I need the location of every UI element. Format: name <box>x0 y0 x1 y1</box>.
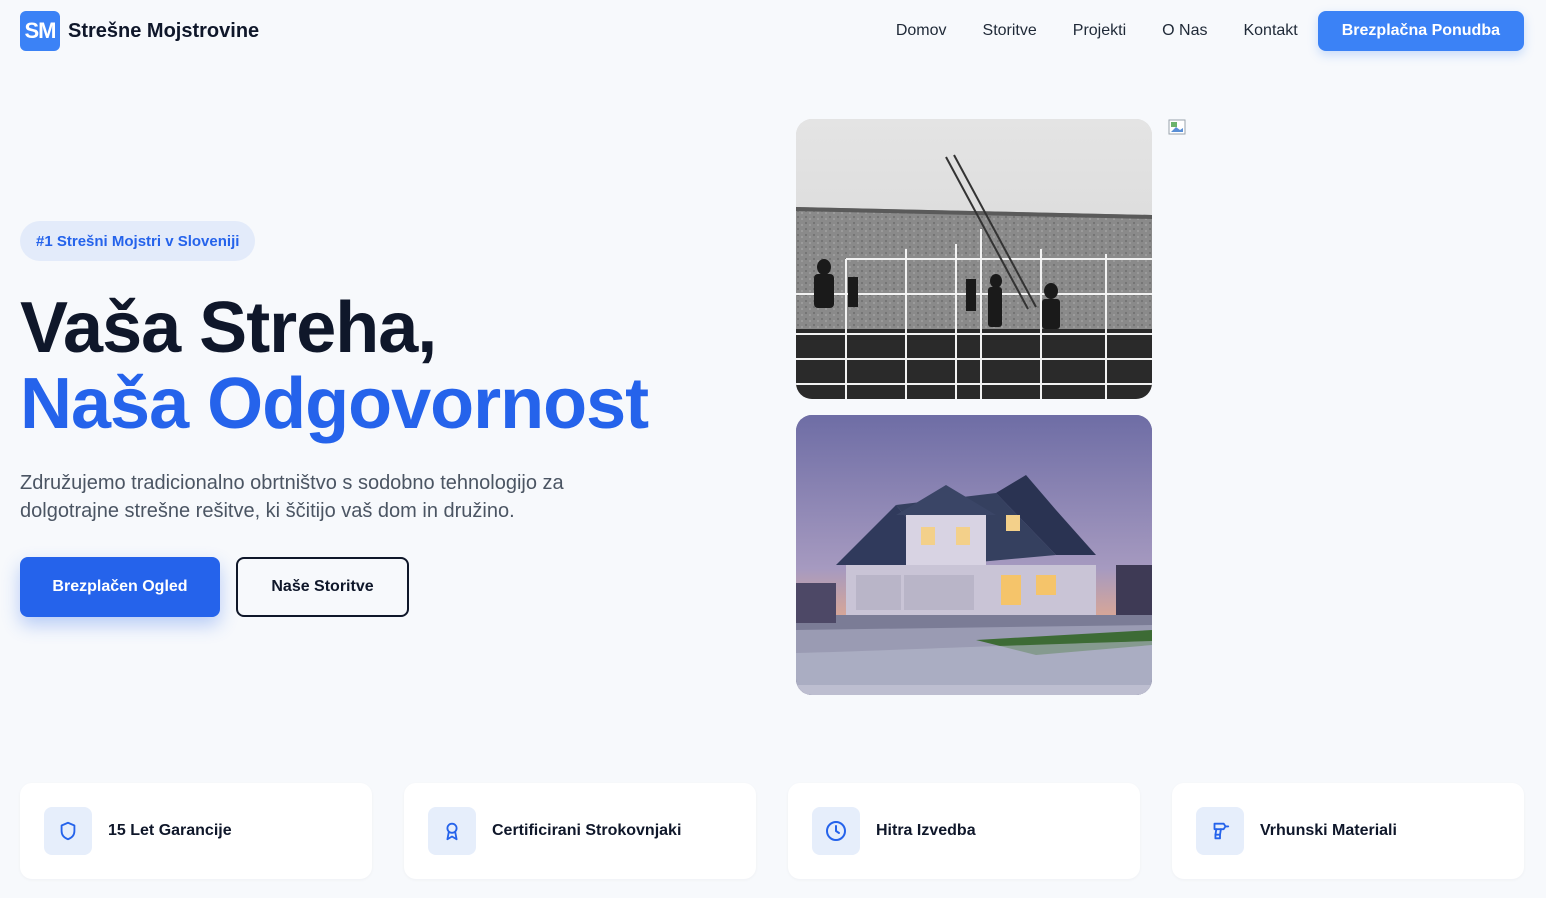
our-services-button[interactable]: Naše Storitve <box>236 557 409 617</box>
nav-link-o-nas[interactable]: O Nas <box>1162 22 1207 40</box>
drill-icon <box>1196 807 1244 855</box>
award-icon <box>428 807 476 855</box>
nav-link-projekti[interactable]: Projekti <box>1073 22 1126 40</box>
hero-lead: Združujemo tradicionalno obrtništvo s so… <box>20 472 564 522</box>
brand[interactable]: SM Strešne Mojstrovine <box>20 11 259 51</box>
top-navigation: SM Strešne Mojstrovine Domov Storitve Pr… <box>0 0 1546 62</box>
free-quote-button[interactable]: Brezplačna Ponudba <box>1317 11 1524 51</box>
feature-card-certified: Certificirani Strokovnjaki <box>404 783 756 879</box>
hero-title: Vaša Streha, Naša Odgovornost <box>20 288 649 444</box>
hero-title-line2: Naša Odgovornost <box>20 364 649 444</box>
nav-link-kontakt[interactable]: Kontakt <box>1243 22 1297 40</box>
feature-label: 15 Let Garancije <box>108 822 232 839</box>
clock-icon <box>812 807 860 855</box>
nav-link-storitve[interactable]: Storitve <box>983 22 1037 40</box>
house-photo <box>796 415 1152 695</box>
feature-card-guarantee: 15 Let Garancije <box>20 783 372 879</box>
feature-label: Certificirani Strokovnjaki <box>492 822 682 839</box>
shield-icon <box>44 807 92 855</box>
roofers-photo <box>796 119 1152 399</box>
feature-label: Hitra Izvedba <box>876 822 976 839</box>
nav-link-domov[interactable]: Domov <box>896 22 947 40</box>
hero-badge: #1 Strešni Mojstri v Sloveniji <box>20 221 256 261</box>
feature-label: Vrhunski Materiali <box>1260 822 1397 839</box>
broken-image-icon <box>1168 119 1186 135</box>
feature-card-materials: Vrhunski Materiali <box>1172 783 1524 879</box>
free-inspection-button[interactable]: Brezplačen Ogled <box>20 557 220 617</box>
main-menu: Domov Storitve Projekti O Nas Kontakt Br… <box>896 11 1524 51</box>
hero-title-line1: Vaša Streha, <box>20 288 437 368</box>
feature-card-fast: Hitra Izvedba <box>788 783 1140 879</box>
brand-name: Strešne Mojstrovine <box>68 19 260 42</box>
logo: SM <box>20 11 60 51</box>
